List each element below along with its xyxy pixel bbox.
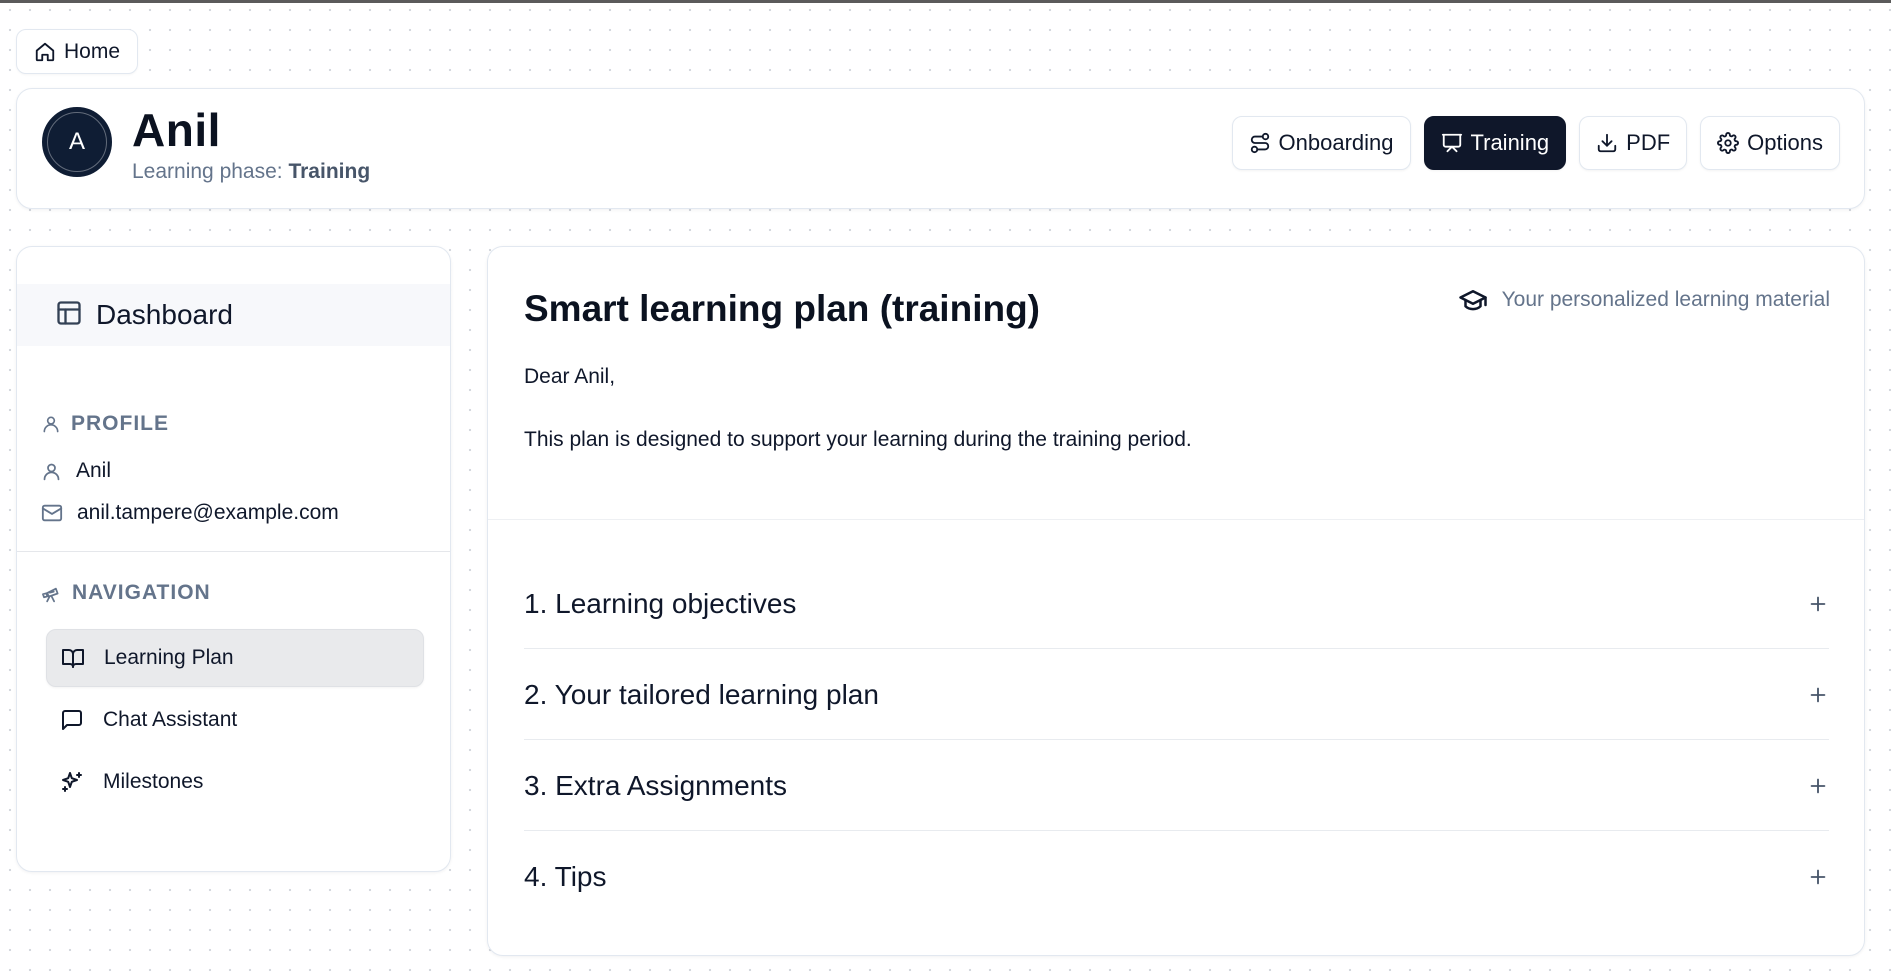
accordion-tailored-plan[interactable]: 2. Your tailored learning plan [524, 649, 1829, 740]
nav-item-chat-assistant[interactable]: Chat Assistant [46, 691, 424, 749]
onboarding-button[interactable]: Onboarding [1231, 116, 1411, 170]
header-actions: Onboarding Training PDF Options [1231, 116, 1840, 170]
avatar-letter: A [68, 128, 85, 155]
plan-title: Smart learning plan (training) [524, 288, 1040, 329]
book-open-icon [61, 646, 85, 670]
personalized-tag: Your personalized learning material [1458, 285, 1830, 315]
accordion-title: 3. Extra Assignments [524, 769, 788, 801]
plus-icon [1807, 593, 1829, 615]
user-name: Anil [132, 104, 221, 156]
plus-icon [1807, 775, 1829, 797]
plus-icon [1807, 866, 1829, 888]
graduation-cap-icon [1458, 285, 1488, 315]
profile-header: A Anil Learning phase: Training Onboardi… [16, 88, 1865, 209]
home-label: Home [64, 39, 121, 63]
telescope-icon [41, 583, 62, 604]
dashboard-label: Dashboard [96, 299, 233, 330]
navigation-title: NAVIGATION [72, 581, 211, 604]
avatar: A [42, 107, 112, 177]
pdf-button[interactable]: PDF [1579, 116, 1688, 170]
profile-email: anil.tampere@example.com [77, 501, 339, 524]
profile-title: PROFILE [71, 412, 170, 435]
accordion-tips[interactable]: 4. Tips [524, 831, 1829, 922]
accordion-title: 4. Tips [524, 860, 607, 892]
accordion-learning-objectives[interactable]: 1. Learning objectives [524, 558, 1829, 649]
accordion-extra-assignments[interactable]: 3. Extra Assignments [524, 740, 1829, 831]
personalized-tag-label: Your personalized learning material [1501, 288, 1830, 311]
navigation-section-title: NAVIGATION [41, 581, 211, 605]
nav-label: Milestones [103, 770, 204, 793]
gear-icon [1717, 132, 1740, 154]
home-icon [34, 41, 56, 63]
sparkles-icon [60, 770, 84, 794]
accordion-title: 1. Learning objectives [524, 587, 797, 619]
nav-label: Learning Plan [104, 646, 234, 669]
sidebar-divider [17, 551, 450, 552]
pdf-label: PDF [1626, 130, 1671, 155]
sidebar: Dashboard PROFILE Anil anil.tampere@exam… [16, 246, 451, 872]
profile-section-title: PROFILE [41, 412, 169, 436]
route-icon [1249, 132, 1271, 154]
profile-name: Anil [76, 459, 112, 482]
learning-plan-card: Smart learning plan (training) Your pers… [487, 246, 1865, 956]
training-label: Training [1470, 130, 1550, 155]
nav-item-learning-plan[interactable]: Learning Plan [46, 629, 424, 687]
presentation-icon [1441, 132, 1463, 154]
phase-value: Training [288, 160, 371, 183]
layout-dashboard-icon [55, 299, 83, 327]
plus-icon [1807, 684, 1829, 706]
user-icon [41, 414, 61, 434]
user-icon [41, 461, 62, 482]
download-icon [1596, 132, 1618, 154]
profile-email-row: anil.tampere@example.com [41, 501, 339, 525]
profile-name-row: Anil [41, 459, 111, 483]
content-divider [488, 519, 1864, 520]
accordion-title: 2. Your tailored learning plan [524, 678, 879, 710]
nav-item-milestones[interactable]: Milestones [46, 753, 424, 811]
phase-prefix: Learning phase: [132, 160, 289, 183]
mail-icon [41, 502, 63, 524]
home-button[interactable]: Home [16, 29, 139, 74]
message-square-icon [60, 708, 84, 732]
learning-phase: Learning phase: Training [132, 160, 370, 184]
onboarding-label: Onboarding [1278, 130, 1394, 155]
intro-text: This plan is designed to support your le… [524, 428, 1192, 451]
options-label: Options [1747, 130, 1823, 155]
window-top-border [0, 0, 1891, 3]
dashboard-link[interactable]: Dashboard [17, 284, 450, 346]
nav-label: Chat Assistant [103, 708, 238, 731]
options-button[interactable]: Options [1700, 116, 1840, 170]
greeting-text: Dear Anil, [524, 365, 616, 388]
training-button[interactable]: Training [1423, 116, 1567, 170]
